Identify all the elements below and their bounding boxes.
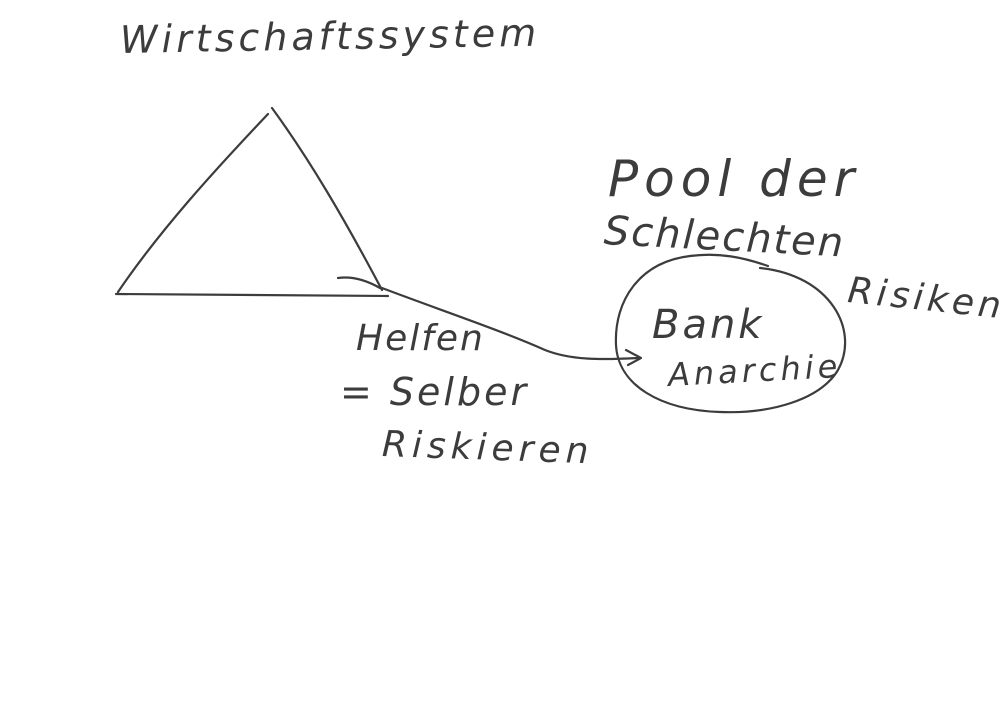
system-triangle xyxy=(114,106,390,298)
sketch-drawing xyxy=(114,106,847,414)
system-title: Wirtschaftssystem xyxy=(119,10,541,62)
help-label-line3: Riskieren xyxy=(381,424,595,473)
help-label-line1: Helfen xyxy=(356,318,485,359)
whiteboard-canvas: Wirtschaftssystem Pool der Schlechten Ri… xyxy=(0,0,1000,707)
triangle-overhang-stroke xyxy=(336,276,382,290)
help-label-line2: = Selber xyxy=(340,370,530,414)
bank-label-line1: Bank xyxy=(652,302,765,348)
pool-label-line1: Pool der xyxy=(608,150,861,208)
